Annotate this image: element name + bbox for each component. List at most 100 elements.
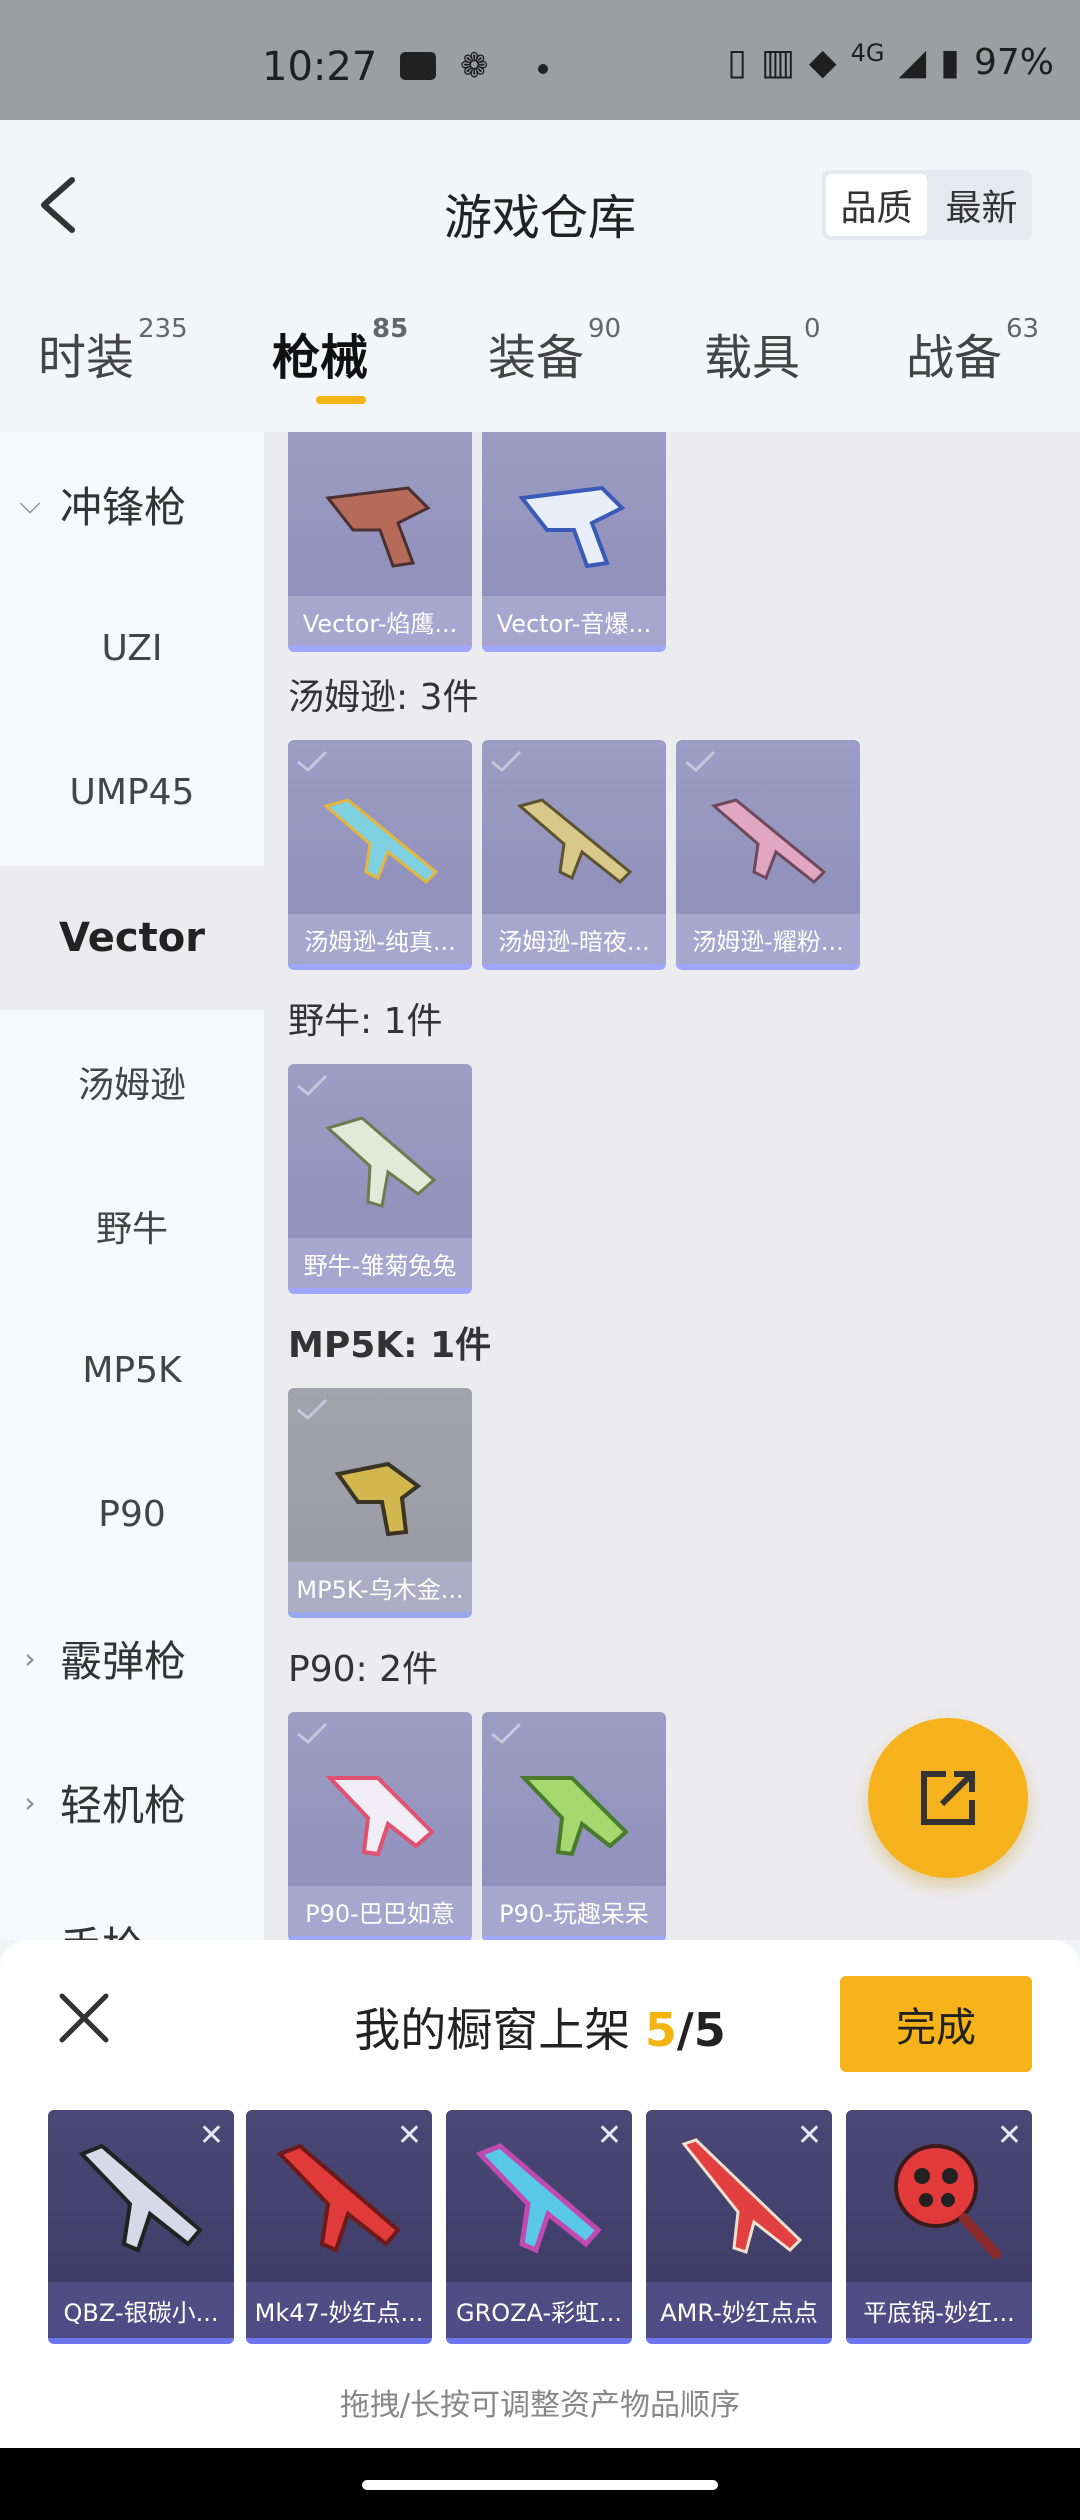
check-icon — [297, 1398, 328, 1421]
battery-percent: 97% — [973, 42, 1054, 83]
check-icon — [491, 750, 522, 773]
chevron-right-icon: › — [24, 1785, 36, 1819]
sidebar-group-label: 冲锋枪 — [60, 482, 187, 532]
rifle-icon — [276, 2143, 401, 2253]
showcase-item[interactable]: ✕ Mk47-妙红点... — [246, 2110, 432, 2344]
item-label: 汤姆逊-纯真... — [288, 914, 472, 964]
tab-label: 载具 — [704, 330, 801, 386]
active-tab-indicator — [316, 396, 366, 404]
item-label: 汤姆逊-耀粉... — [676, 914, 860, 964]
item-label: Vector-焰鹰... — [288, 596, 472, 646]
sidebar-group-shotgun[interactable]: › 霰弹枪 — [0, 1586, 264, 1730]
item-card[interactable]: Vector-焰鹰... — [288, 432, 472, 652]
share-icon — [921, 1771, 975, 1825]
item-label: Vector-音爆... — [482, 596, 666, 646]
message-icon — [400, 52, 436, 80]
sidebar-group-lmg[interactable]: › 轻机枪 — [0, 1730, 264, 1874]
status-icons: ▯ ▥ ◆ 4G ◢ ▮ 97% — [727, 39, 1054, 84]
sidebar-item-p90[interactable]: P90 — [0, 1442, 264, 1586]
sim-icon: ▥ — [760, 42, 795, 83]
showcase-item[interactable]: ✕ AMR-妙红点点 — [646, 2110, 832, 2344]
rifle-icon — [475, 2143, 602, 2254]
battery-icon: ▮ — [940, 42, 960, 83]
item-card[interactable]: 汤姆逊-耀粉... — [676, 740, 860, 970]
check-icon — [297, 1074, 328, 1097]
item-list: Vector-焰鹰... Vector-音爆... 汤姆逊: 3件 汤姆逊-纯真… — [264, 432, 1080, 1940]
item-card[interactable]: P90-玩趣呆呆 — [482, 1712, 666, 1940]
item-card[interactable]: Vector-音爆... — [482, 432, 666, 652]
frying-pan-icon — [894, 2144, 1001, 2259]
sidebar-item-ump45[interactable]: UMP45 — [0, 720, 264, 864]
item-label: AMR-妙红点点 — [646, 2282, 832, 2338]
chevron-right-icon: › — [0, 1928, 60, 1941]
status-time: 10:27 — [262, 44, 378, 90]
tab-label: 枪械 — [272, 330, 369, 386]
smg-icon — [334, 1461, 422, 1537]
sort-toggle[interactable]: 品质 最新 — [822, 170, 1032, 240]
wechat-icon: ❁ — [460, 46, 489, 86]
item-card[interactable]: 汤姆逊-纯真... — [288, 740, 472, 970]
sort-newest-button[interactable]: 最新 — [931, 170, 1032, 240]
showcase-count: 5 — [644, 2003, 677, 2057]
sidebar-group-pistol[interactable]: › 手枪 — [0, 1872, 264, 1941]
item-label: QBZ-银碳小... — [48, 2282, 234, 2338]
sidebar-group-smg[interactable]: ⌵ 冲锋枪 — [0, 432, 264, 576]
item-card[interactable]: P90-巴巴如意 — [288, 1712, 472, 1940]
item-label: P90-巴巴如意 — [288, 1886, 472, 1936]
smg-icon — [518, 485, 626, 569]
shield-icon: ◆ — [808, 42, 837, 83]
smg-icon — [325, 1116, 437, 1208]
check-icon — [491, 1722, 522, 1745]
sidebar-group-label: 霰弹枪 — [60, 1636, 187, 1686]
sidebar-group-label: 轻机枪 — [60, 1780, 187, 1830]
showcase-item[interactable]: ✕ 平底锅-妙红... — [846, 2110, 1032, 2344]
tab-count: 0 — [804, 314, 821, 344]
sidebar-item-vector[interactable]: Vector — [0, 866, 264, 1010]
check-icon — [685, 750, 716, 773]
tab-equipment[interactable]: 装备90 — [488, 314, 621, 388]
sidebar: ⌵ 冲锋枪 UZI UMP45 Vector 汤姆逊 野牛 MP5K P90 ›… — [0, 432, 264, 1940]
sniper-icon — [681, 2138, 803, 2254]
rifle-icon — [710, 798, 827, 885]
item-label: 平底锅-妙红... — [846, 2282, 1032, 2338]
showcase-item[interactable]: ✕ GROZA-彩虹... — [446, 2110, 632, 2344]
tab-label: 战备 — [906, 330, 1003, 386]
showcase-sheet: 我的橱窗上架 5/5 完成 ✕ QBZ-银碳小... ✕ Mk47-妙红点...… — [0, 1940, 1080, 2448]
smg-icon — [325, 486, 431, 568]
sidebar-item-uzi[interactable]: UZI — [0, 576, 264, 720]
signal-icon: ◢ — [898, 42, 927, 83]
item-label: 野牛-雏菊兔兔 — [288, 1238, 472, 1288]
tab-count: 85 — [372, 314, 409, 344]
dot-icon — [538, 64, 548, 74]
check-icon — [297, 1722, 328, 1745]
check-icon — [297, 750, 328, 773]
showcase-total: /5 — [676, 2003, 726, 2057]
share-button[interactable] — [868, 1718, 1028, 1878]
tab-guns[interactable]: 枪械85 — [272, 314, 408, 388]
sidebar-item-mp5k[interactable]: MP5K — [0, 1298, 264, 1442]
home-indicator[interactable] — [362, 2480, 718, 2490]
group-title: 汤姆逊: 3件 — [288, 677, 479, 718]
item-label: Mk47-妙红点... — [246, 2282, 432, 2338]
tab-supplies[interactable]: 战备63 — [906, 314, 1039, 388]
tab-vehicles[interactable]: 载具0 — [704, 314, 821, 388]
sidebar-item-thompson[interactable]: 汤姆逊 — [0, 1010, 264, 1154]
group-title: 野牛: 1件 — [288, 1001, 443, 1042]
rifle-icon — [516, 798, 633, 885]
rifle-icon — [322, 798, 439, 885]
status-bar: 10:27 ❁ ▯ ▥ ◆ 4G ◢ ▮ 97% — [0, 0, 1080, 120]
vibrate-icon: ▯ — [727, 42, 747, 83]
sort-quality-button[interactable]: 品质 — [826, 174, 927, 236]
chevron-right-icon: › — [24, 1641, 36, 1675]
tab-fashion[interactable]: 时装235 — [38, 314, 188, 388]
showcase-item[interactable]: ✕ QBZ-银碳小... — [48, 2110, 234, 2344]
tab-label: 装备 — [488, 330, 585, 386]
sidebar-item-bizon[interactable]: 野牛 — [0, 1154, 264, 1298]
done-button[interactable]: 完成 — [840, 1976, 1032, 2072]
rifle-icon — [78, 2143, 203, 2253]
item-card[interactable]: 汤姆逊-暗夜... — [482, 740, 666, 970]
category-tabs: 时装235 枪械85 装备90 载具0 战备63 — [0, 314, 1080, 428]
item-card[interactable]: MP5K-乌木金... — [288, 1388, 472, 1618]
chevron-down-icon: ⌵ — [19, 487, 41, 520]
item-card[interactable]: 野牛-雏菊兔兔 — [288, 1064, 472, 1294]
